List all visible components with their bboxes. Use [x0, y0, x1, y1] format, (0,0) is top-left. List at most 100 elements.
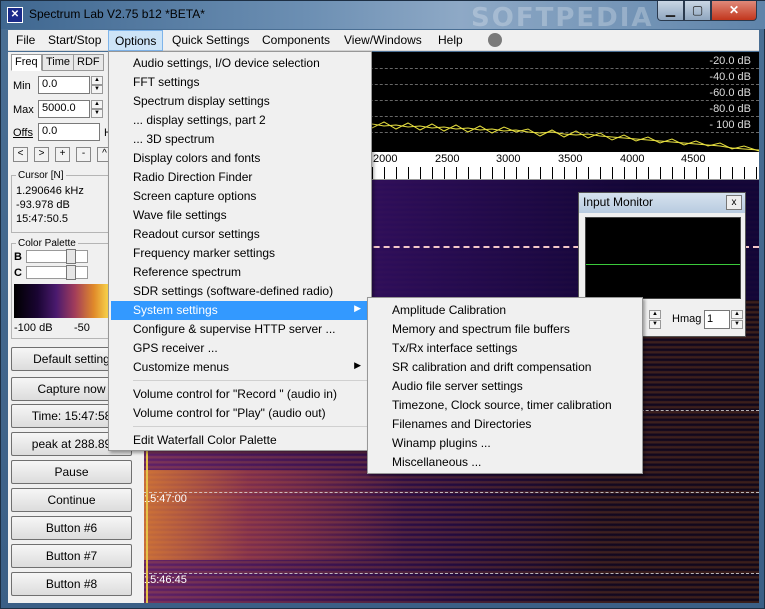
- min-freq-input[interactable]: 0.0: [38, 76, 90, 94]
- freq-tick-label: 3500: [558, 153, 583, 165]
- submenu-item-filenames[interactable]: Filenames and Directories: [370, 415, 640, 434]
- menu-item-colors-fonts[interactable]: Display colors and fonts: [111, 149, 369, 168]
- contrast-label: C: [14, 267, 22, 279]
- menu-item-rdf[interactable]: Radio Direction Finder: [111, 168, 369, 187]
- max-label: Max: [13, 104, 34, 116]
- palette-gradient[interactable]: [14, 284, 108, 318]
- contrast-slider[interactable]: [26, 266, 88, 279]
- min-label: Min: [13, 80, 31, 92]
- hmag-input[interactable]: 1: [704, 310, 730, 329]
- menu-item-system-settings[interactable]: System settings ▶: [111, 301, 369, 320]
- menu-item-reference-spectrum[interactable]: Reference spectrum: [111, 263, 369, 282]
- menu-item-fft-settings[interactable]: FFT settings: [111, 73, 369, 92]
- scope-trace: [586, 264, 740, 265]
- submenu-item-timezone-clock[interactable]: Timezone, Clock source, timer calibratio…: [370, 396, 640, 415]
- submenu-item-txrx-interface[interactable]: Tx/Rx interface settings: [370, 339, 640, 358]
- title-bar[interactable]: ✕ Spectrum Lab V2.75 b12 *BETA* SOFTPEDI…: [1, 1, 765, 33]
- menu-item-label: System settings: [133, 303, 218, 317]
- menu-components[interactable]: Components: [262, 33, 330, 47]
- scroll-left-button[interactable]: <: [13, 147, 28, 162]
- menu-item-screen-capture[interactable]: Screen capture options: [111, 187, 369, 206]
- submenu-arrow-icon: ▶: [354, 360, 361, 370]
- maximize-button[interactable]: ▢: [684, 1, 711, 21]
- hmag-label: Hmag: [672, 313, 702, 325]
- freq-tick-label: 3000: [496, 153, 521, 165]
- options-menu: Audio settings, I/O device selection FFT…: [108, 51, 372, 451]
- im-spin-down[interactable]: ▼: [649, 320, 661, 329]
- submenu-item-audio-file-server[interactable]: Audio file server settings: [370, 377, 640, 396]
- menu-separator: [133, 380, 369, 381]
- menu-item-http-server[interactable]: Configure & supervise HTTP server ...: [111, 320, 369, 339]
- hmag-spin-down[interactable]: ▼: [731, 320, 743, 329]
- submenu-item-amplitude-calibration[interactable]: Amplitude Calibration: [370, 301, 640, 320]
- minimize-button[interactable]: ▁: [657, 1, 684, 21]
- menu-item-volume-play[interactable]: Volume control for "Play" (audio out): [111, 404, 369, 423]
- hmag-spin-up[interactable]: ▲: [731, 310, 743, 319]
- menu-quick-settings[interactable]: Quick Settings: [172, 33, 249, 47]
- menu-file[interactable]: File: [16, 33, 35, 47]
- input-monitor-title: Input Monitor: [579, 193, 745, 213]
- brightness-slider-thumb[interactable]: [66, 249, 76, 264]
- menu-item-3d-spectrum[interactable]: ... 3D spectrum: [111, 130, 369, 149]
- status-indicator-icon[interactable]: [488, 33, 502, 47]
- watermark: SOFTPEDIA: [471, 3, 654, 33]
- menu-item-frequency-marker[interactable]: Frequency marker settings: [111, 244, 369, 263]
- zoom-in-button[interactable]: +: [55, 147, 70, 162]
- app-icon[interactable]: ✕: [7, 7, 23, 23]
- menu-item-edit-waterfall-palette[interactable]: Edit Waterfall Color Palette: [111, 431, 369, 450]
- tab-freq[interactable]: Freq: [11, 54, 42, 71]
- brightness-slider[interactable]: [26, 250, 88, 263]
- min-spin-down[interactable]: ▼: [91, 85, 103, 94]
- brightness-label: B: [14, 251, 22, 263]
- max-spin-up[interactable]: ▲: [91, 100, 103, 109]
- oscilloscope: [585, 217, 741, 299]
- submenu-arrow-icon: ▶: [354, 303, 361, 313]
- menu-item-spectrum-display[interactable]: Spectrum display settings: [111, 92, 369, 111]
- color-palette-label: Color Palette: [16, 238, 78, 249]
- zoom-out-button[interactable]: -: [76, 147, 91, 162]
- menu-item-wave-file[interactable]: Wave file settings: [111, 206, 369, 225]
- time-marker-line: [144, 573, 759, 574]
- max-freq-input[interactable]: 5000.0: [38, 100, 90, 118]
- button-7[interactable]: Button #7: [11, 544, 132, 568]
- offset-input[interactable]: 0.0: [38, 123, 100, 141]
- menu-options[interactable]: Options: [108, 30, 164, 51]
- scroll-right-button[interactable]: >: [34, 147, 49, 162]
- menu-item-label: Customize menus: [133, 360, 230, 374]
- menu-bar: File Start/Stop Options Quick Settings C…: [8, 30, 759, 51]
- im-spin-up[interactable]: ▲: [649, 310, 661, 319]
- tab-time[interactable]: Time: [42, 54, 75, 71]
- freq-tick-label: 2500: [435, 153, 460, 165]
- menu-help[interactable]: Help: [438, 33, 463, 47]
- submenu-item-miscellaneous[interactable]: Miscellaneous ...: [370, 453, 640, 472]
- pause-button[interactable]: Pause: [11, 460, 132, 484]
- menu-item-audio-settings[interactable]: Audio settings, I/O device selection: [111, 54, 369, 73]
- close-button[interactable]: ✕: [711, 1, 757, 21]
- waterfall-time-label: 15:46:45: [144, 574, 187, 586]
- menu-item-gps-receiver[interactable]: GPS receiver ...: [111, 339, 369, 358]
- menu-item-sdr-settings[interactable]: SDR settings (software-defined radio): [111, 282, 369, 301]
- max-spin-down[interactable]: ▼: [91, 109, 103, 118]
- button-6[interactable]: Button #6: [11, 516, 132, 540]
- cursor-frequency: 1.290646 kHz: [16, 185, 84, 197]
- submenu-item-memory-buffers[interactable]: Memory and spectrum file buffers: [370, 320, 640, 339]
- cursor-time: 15:47:50.5: [16, 213, 68, 225]
- min-spin-up[interactable]: ▲: [91, 76, 103, 85]
- menu-start-stop[interactable]: Start/Stop: [48, 33, 101, 47]
- button-8[interactable]: Button #8: [11, 572, 132, 596]
- menu-item-customize-menus[interactable]: Customize menus ▶: [111, 358, 369, 377]
- menu-item-volume-record[interactable]: Volume control for "Record " (audio in): [111, 385, 369, 404]
- palette-mid-label: -50: [74, 322, 90, 334]
- menu-view-windows[interactable]: View/Windows: [344, 33, 422, 47]
- submenu-item-sr-calibration[interactable]: SR calibration and drift compensation: [370, 358, 640, 377]
- contrast-slider-thumb[interactable]: [66, 265, 76, 280]
- continue-button[interactable]: Continue: [11, 488, 132, 512]
- palette-min-label: -100 dB: [14, 322, 53, 334]
- submenu-item-winamp-plugins[interactable]: Winamp plugins ...: [370, 434, 640, 453]
- tab-rdf[interactable]: RDF: [73, 54, 104, 71]
- cursor-level: -93.978 dB: [16, 199, 70, 211]
- menu-item-display-part2[interactable]: ... display settings, part 2: [111, 111, 369, 130]
- window-title: Spectrum Lab V2.75 b12 *BETA*: [29, 7, 205, 21]
- input-monitor-close-button[interactable]: x: [726, 195, 742, 210]
- menu-item-readout-cursor[interactable]: Readout cursor settings: [111, 225, 369, 244]
